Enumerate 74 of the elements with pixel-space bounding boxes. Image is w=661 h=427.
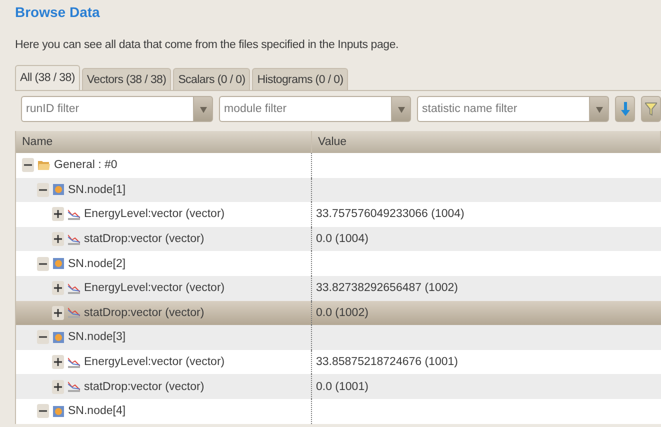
expand-toggle[interactable] bbox=[52, 281, 64, 296]
page-title: Browse Data bbox=[15, 4, 101, 22]
funnel-icon bbox=[645, 102, 657, 116]
module-icon bbox=[53, 184, 64, 196]
tree-row[interactable]: statDrop:vector (vector) 0.0 (1004) bbox=[16, 226, 661, 252]
tree-item-name: SN.node[1] bbox=[68, 184, 126, 196]
filter-field[interactable]: statistic name filter bbox=[417, 96, 589, 122]
value-text: 33.757576049233066 (1004) bbox=[316, 208, 464, 220]
collapse-toggle[interactable] bbox=[22, 158, 34, 172]
tab[interactable]: Scalars (0 / 0) bbox=[173, 68, 250, 90]
plus-icon bbox=[54, 284, 62, 292]
tab[interactable]: All (38 / 38) bbox=[15, 65, 80, 90]
expand-toggle[interactable] bbox=[52, 306, 64, 320]
tree-item-name: General : #0 bbox=[54, 159, 118, 172]
tree-item-name: statDrop:vector (vector) bbox=[84, 306, 204, 319]
tree-item-name: EnergyLevel:vector (vector) bbox=[84, 356, 225, 368]
tree-item-name: statDrop:vector (vector) bbox=[84, 233, 204, 246]
tree-row[interactable]: EnergyLevel:vector (vector) 33.85875218724676 (1001) bbox=[16, 350, 661, 374]
dropdown-arrow-icon bbox=[398, 106, 404, 112]
chart-line-icon bbox=[68, 356, 80, 368]
value-text: 33.85875218724676 (1001) bbox=[316, 356, 458, 368]
description-text: Here you can see all data that come from the files specified in the Inputs page. bbox=[15, 39, 400, 53]
plus-icon bbox=[54, 210, 62, 218]
tree-row[interactable]: SN.node[3] bbox=[16, 325, 661, 350]
down-arrow-icon bbox=[620, 102, 630, 116]
expand-toggle[interactable] bbox=[52, 207, 64, 222]
filter-button[interactable] bbox=[641, 96, 661, 122]
chart-line-icon bbox=[68, 234, 80, 245]
module-icon bbox=[53, 258, 64, 270]
tree-item-name: SN.node[3] bbox=[68, 331, 126, 344]
collapse-toggle[interactable] bbox=[37, 182, 49, 197]
expand-toggle[interactable] bbox=[52, 232, 64, 246]
collapse-toggle[interactable] bbox=[37, 330, 49, 344]
value-text: 0.0 (1001) bbox=[316, 380, 368, 393]
value-text: 0.0 (1002) bbox=[316, 306, 368, 319]
plus-icon bbox=[54, 358, 62, 366]
tab[interactable]: Histograms (0 / 0) bbox=[252, 68, 348, 90]
tree-row[interactable]: General : #0 bbox=[16, 153, 661, 178]
value-text: 0.0 (1004) bbox=[316, 233, 368, 246]
tree-row[interactable]: SN.node[4] bbox=[16, 398, 661, 424]
collapse-toggle[interactable] bbox=[37, 404, 49, 418]
expand-toggle[interactable] bbox=[52, 355, 64, 370]
module-icon bbox=[53, 332, 64, 343]
tree-item-name: SN.node[2] bbox=[68, 258, 126, 270]
folder-icon bbox=[38, 160, 50, 170]
dropdown-arrow-icon bbox=[596, 106, 602, 112]
module-icon bbox=[53, 406, 64, 417]
filter-field[interactable]: runID filter bbox=[21, 96, 193, 122]
collapse-toggle[interactable] bbox=[37, 256, 49, 271]
dropdown-arrow-icon bbox=[200, 106, 206, 112]
chart-line-icon bbox=[68, 208, 80, 220]
plus-icon bbox=[54, 235, 62, 244]
tree-row[interactable]: EnergyLevel:vector (vector) 33.82738292656487 (1002) bbox=[16, 276, 661, 301]
value-text: 33.82738292656487 (1002) bbox=[316, 282, 458, 294]
plus-icon bbox=[54, 308, 62, 317]
dropdown-button[interactable] bbox=[589, 96, 609, 122]
tree-item-name: statDrop:vector (vector) bbox=[84, 380, 204, 393]
filter-field[interactable]: module filter bbox=[219, 96, 391, 122]
tree-row[interactable]: SN.node[2] bbox=[16, 251, 661, 276]
chart-line-icon bbox=[68, 282, 80, 294]
tree-row[interactable]: EnergyLevel:vector (vector) 33.757576049233066 (1004) bbox=[16, 202, 661, 227]
tree-item-name: EnergyLevel:vector (vector) bbox=[84, 282, 225, 294]
dropdown-button[interactable] bbox=[391, 96, 411, 122]
tree-row[interactable]: statDrop:vector (vector) 0.0 (1002) bbox=[16, 300, 661, 326]
expand-toggle[interactable] bbox=[52, 380, 64, 394]
chart-line-icon bbox=[68, 307, 80, 318]
plus-icon bbox=[54, 382, 62, 391]
tab[interactable]: Vectors (38 / 38) bbox=[82, 68, 172, 90]
tree-item-name: SN.node[4] bbox=[68, 405, 126, 418]
tree-row[interactable]: SN.node[1] bbox=[16, 178, 661, 202]
dropdown-button[interactable] bbox=[193, 96, 213, 122]
tree-item-name: EnergyLevel:vector (vector) bbox=[84, 208, 225, 220]
chart-line-icon bbox=[68, 381, 80, 392]
tree-row[interactable]: statDrop:vector (vector) 0.0 (1001) bbox=[16, 374, 661, 399]
